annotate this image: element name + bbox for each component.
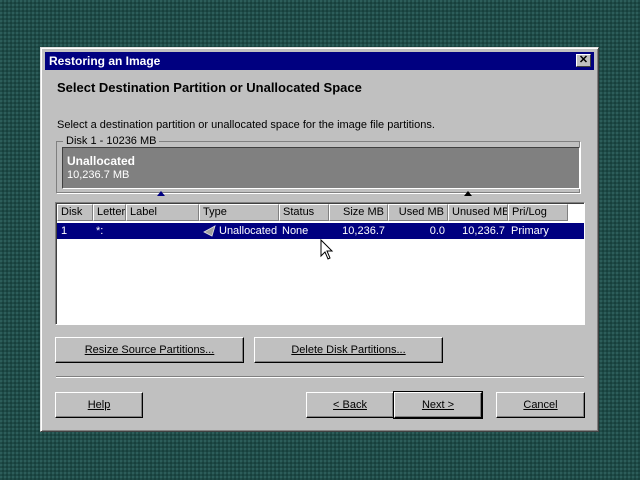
delete-partitions-button[interactable]: Delete Disk Partitions... (254, 337, 443, 363)
cancel-label: Cancel (523, 399, 558, 411)
disk-map-size: 10,236.7 MB (67, 169, 130, 181)
next-label: Next > (421, 399, 455, 411)
partition-start-marker (157, 191, 165, 196)
cell-disk: 1 (61, 225, 68, 237)
cell-prilog: Primary (511, 225, 549, 237)
partition-type-icon (203, 225, 216, 237)
column-header-label[interactable]: Label (126, 204, 199, 221)
cell-type: Unallocated (219, 225, 278, 237)
help-label: Help (87, 399, 111, 411)
next-button[interactable]: Next > (393, 391, 483, 419)
close-button[interactable]: ✕ (576, 54, 591, 67)
cell-used: 0.0 (429, 225, 445, 237)
help-button[interactable]: Help (55, 392, 143, 418)
column-header-prilog[interactable]: Pri/Log (508, 204, 568, 221)
disk-map-name: Unallocated (67, 154, 136, 168)
page-heading: Select Destination Partition or Unalloca… (57, 80, 362, 95)
resize-partitions-label: Resize Source Partitions... (84, 344, 215, 356)
cell-unused: 10,236.7 (462, 225, 505, 237)
mouse-pointer-icon (320, 239, 334, 260)
column-header-disk[interactable]: Disk (57, 204, 93, 221)
cell-letter: *: (96, 225, 104, 237)
window-title: Restoring an Image (49, 54, 161, 68)
cell-size: 10,236.7 (342, 225, 385, 237)
instruction-text: Select a destination partition or unallo… (57, 119, 435, 131)
resize-partitions-button[interactable]: Resize Source Partitions... (55, 337, 244, 363)
disk-map-unallocated[interactable]: Unallocated 10,236.7 MB (62, 147, 580, 189)
partition-list[interactable]: Disk Letter Label Type Status Size MB Us… (55, 202, 585, 325)
cancel-button[interactable]: Cancel (496, 392, 585, 418)
column-header-size[interactable]: Size MB (329, 204, 388, 221)
column-header-type[interactable]: Type (199, 204, 279, 221)
list-header: Disk Letter Label Type Status Size MB Us… (57, 204, 584, 221)
close-icon: ✕ (578, 54, 589, 66)
title-bar[interactable]: Restoring an Image ✕ (45, 52, 594, 70)
separator (56, 376, 584, 378)
cell-status: None (282, 225, 309, 237)
delete-partitions-label: Delete Disk Partitions... (291, 344, 406, 356)
back-label: < Back (333, 399, 367, 411)
partition-end-marker (464, 191, 472, 196)
column-header-unused[interactable]: Unused MB (448, 204, 508, 221)
table-row[interactable]: 1 *: Unallocated None 10,236.7 0.0 10,23… (57, 223, 584, 239)
disk-label: Disk 1 - 10236 MB (63, 135, 160, 147)
back-button[interactable]: < Back (306, 392, 394, 418)
column-header-status[interactable]: Status (279, 204, 329, 221)
column-header-letter[interactable]: Letter (93, 204, 126, 221)
column-header-used[interactable]: Used MB (388, 204, 448, 221)
